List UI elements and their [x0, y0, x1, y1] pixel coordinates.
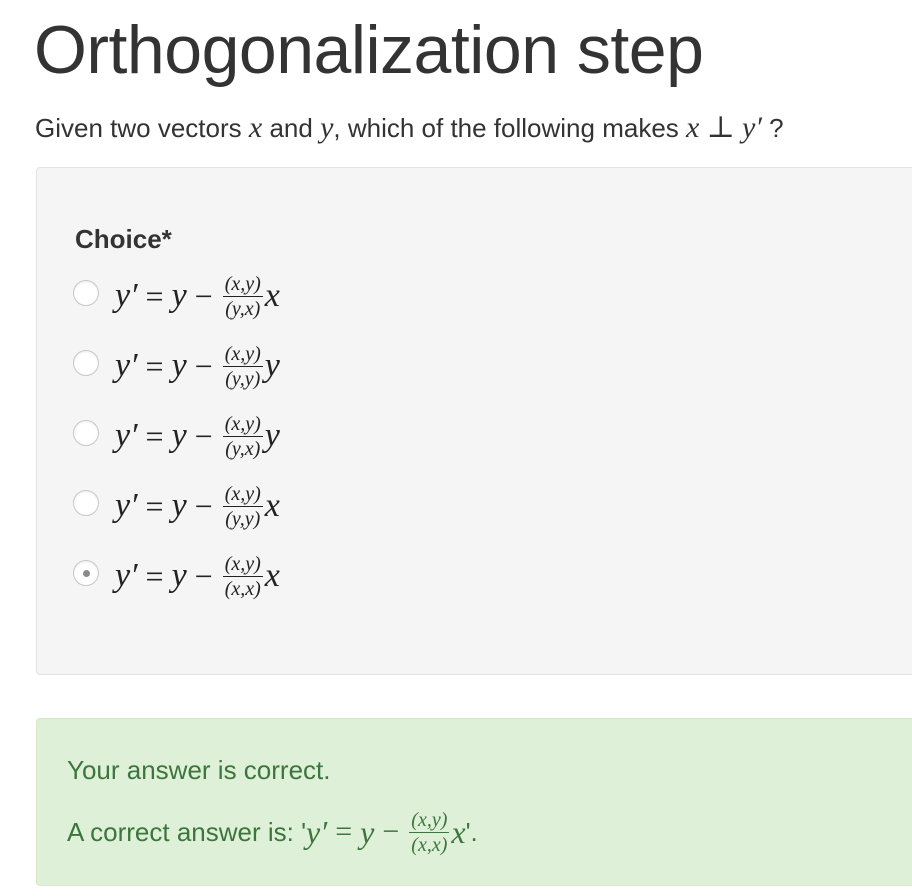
fraction-denominator: (x,x): [411, 833, 448, 856]
formula-lhs: y′: [115, 277, 138, 314]
formula-fraction: (x,y) (y,y): [222, 342, 263, 391]
fraction-numerator: (x,y): [222, 272, 263, 297]
formula-multiplier: x: [264, 487, 280, 524]
formula-fraction: (x,y) (x,x): [222, 552, 263, 601]
fraction-numerator: (x,y): [222, 482, 263, 507]
formula-equals: =: [145, 557, 164, 594]
formula-fraction: (x,y) (y,x): [222, 272, 263, 321]
formula-y: y: [171, 557, 187, 594]
choice-formula[interactable]: y′ = y − (x,y) (y,y) y: [115, 338, 280, 394]
formula-equals: =: [145, 487, 164, 524]
question-prefix: Given two vectors: [35, 113, 242, 143]
fraction-denominator: (y,y): [225, 367, 261, 390]
formula-equals: =: [145, 347, 164, 384]
formula-lhs: y′: [306, 813, 328, 850]
fraction-denominator: (x,x): [224, 577, 261, 600]
feedback-status-message: Your answer is correct.: [67, 755, 331, 785]
answer-prefix: A correct answer is: ': [67, 816, 307, 847]
formula-lhs: y′: [115, 347, 138, 384]
formula-equals: =: [145, 417, 164, 454]
formula-y: y: [171, 417, 187, 454]
formula-y: y: [171, 277, 187, 314]
page: Orthogonalization step Given two vectors…: [0, 0, 912, 896]
formula-y: y: [171, 487, 187, 524]
formula-minus: −: [382, 815, 400, 848]
choice-formula[interactable]: y′ = y − (x,y) (y,x) x: [115, 268, 280, 324]
fraction-denominator: (y,y): [225, 507, 261, 530]
answer-suffix: '.: [465, 816, 478, 847]
formula-minus: −: [194, 487, 213, 524]
question-middle: , which of the following makes: [333, 113, 679, 143]
formula-equals: =: [145, 277, 164, 314]
fraction-numerator: (x,y): [409, 808, 450, 833]
formula-multiplier: x: [264, 557, 280, 594]
choice-formula[interactable]: y′ = y − (x,y) (y,y) x: [115, 478, 280, 534]
formula-fraction: (x,y) (y,x): [222, 412, 263, 461]
formula-multiplier: y: [264, 347, 280, 384]
choice-formula[interactable]: y′ = y − (x,y) (y,x) y: [115, 408, 280, 464]
choice-option-5[interactable]: y′ = y − (x,y) (x,x) x: [73, 548, 473, 604]
page-title: Orthogonalization step: [34, 12, 704, 88]
var-y: y: [320, 111, 334, 144]
formula-fraction: (x,y) (x,x): [409, 808, 450, 857]
radio-button[interactable]: [73, 280, 99, 306]
formula-multiplier: x: [451, 813, 466, 850]
formula-fraction: (x,y) (y,y): [222, 482, 263, 531]
formula-lhs: y′: [115, 417, 138, 454]
choice-form-panel: Choice* y′ = y − (x,y) (y,x) x y′ = y − …: [36, 167, 912, 675]
fraction-numerator: (x,y): [222, 342, 263, 367]
perp-symbol: ⊥: [706, 111, 735, 144]
question-text: Given two vectors x and y, which of the …: [35, 108, 784, 148]
radio-button[interactable]: [73, 490, 99, 516]
formula-minus: −: [194, 557, 213, 594]
answer-formula: y′ = y − (x,y) (x,x) x: [306, 808, 466, 857]
radio-button-selected[interactable]: [73, 560, 99, 586]
perp-y: y′: [742, 111, 762, 144]
feedback-alert: Your answer is correct. A correct answer…: [36, 718, 912, 886]
fraction-denominator: (y,x): [225, 437, 261, 460]
formula-lhs: y′: [115, 557, 138, 594]
choice-option-2[interactable]: y′ = y − (x,y) (y,y) y: [73, 338, 473, 394]
formula-y: y: [171, 347, 187, 384]
formula-minus: −: [194, 417, 213, 454]
fraction-numerator: (x,y): [222, 552, 263, 577]
choice-option-4[interactable]: y′ = y − (x,y) (y,y) x: [73, 478, 473, 534]
radio-button[interactable]: [73, 350, 99, 376]
formula-y: y: [360, 813, 375, 850]
radio-button[interactable]: [73, 420, 99, 446]
choice-formula[interactable]: y′ = y − (x,y) (x,x) x: [115, 548, 280, 604]
var-x: x: [248, 111, 263, 144]
choice-field-label: Choice*: [75, 224, 172, 254]
fraction-numerator: (x,y): [222, 412, 263, 437]
formula-multiplier: x: [264, 277, 280, 314]
choice-option-1[interactable]: y′ = y − (x,y) (y,x) x: [73, 268, 473, 324]
formula-equals: =: [335, 815, 353, 848]
formula-minus: −: [194, 347, 213, 384]
question-and: and: [269, 113, 313, 143]
formula-lhs: y′: [115, 487, 138, 524]
question-mark: ?: [769, 113, 784, 143]
feedback-correct-answer: A correct answer is: ' y′ = y − (x,y) (x…: [67, 801, 478, 863]
fraction-denominator: (y,x): [225, 297, 261, 320]
choice-option-3[interactable]: y′ = y − (x,y) (y,x) y: [73, 408, 473, 464]
formula-minus: −: [194, 277, 213, 314]
formula-multiplier: y: [264, 417, 280, 454]
perp-x: x: [686, 111, 700, 144]
